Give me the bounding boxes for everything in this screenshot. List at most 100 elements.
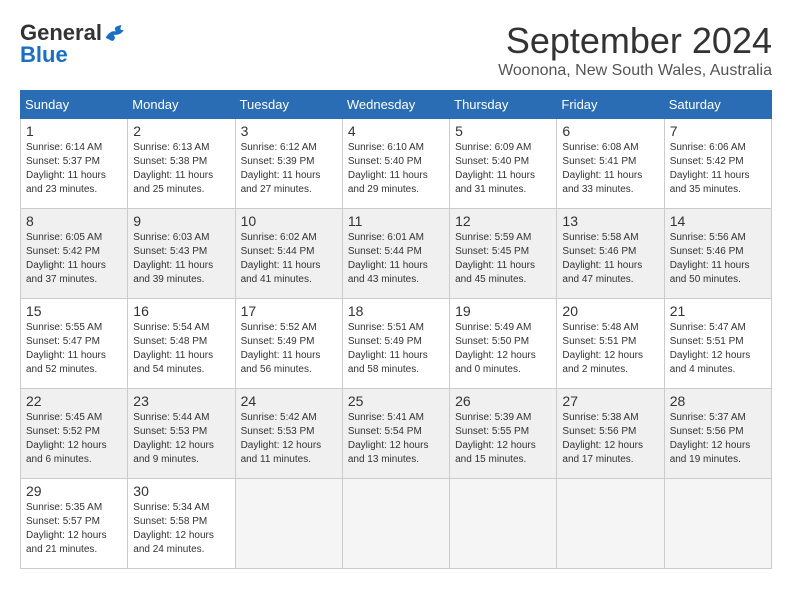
day-number: 25 xyxy=(348,393,444,409)
day-number: 30 xyxy=(133,483,229,499)
day-number: 11 xyxy=(348,213,444,229)
day-info: Sunrise: 5:35 AMSunset: 5:57 PMDaylight:… xyxy=(26,501,122,557)
table-row: 19 Sunrise: 5:49 AMSunset: 5:50 PMDayligh… xyxy=(450,299,557,389)
day-info: Sunrise: 5:44 AMSunset: 5:53 PMDaylight:… xyxy=(133,411,229,467)
day-info: Sunrise: 5:47 AMSunset: 5:51 PMDaylight:… xyxy=(670,321,766,377)
day-info: Sunrise: 5:41 AMSunset: 5:54 PMDaylight:… xyxy=(348,411,444,467)
day-number: 23 xyxy=(133,393,229,409)
page-header: General Blue September 2024 Woonona, New… xyxy=(20,20,772,80)
day-info: Sunrise: 5:56 AMSunset: 5:46 PMDaylight:… xyxy=(670,231,766,287)
table-row: 8 Sunrise: 6:05 AMSunset: 5:42 PMDaylight… xyxy=(21,209,128,299)
table-row: 7 Sunrise: 6:06 AMSunset: 5:42 PMDaylight… xyxy=(664,119,771,209)
table-row: 2 Sunrise: 6:13 AMSunset: 5:38 PMDaylight… xyxy=(128,119,235,209)
table-row: 26 Sunrise: 5:39 AMSunset: 5:55 PMDayligh… xyxy=(450,389,557,479)
day-number: 8 xyxy=(26,213,122,229)
calendar-week-row: 15 Sunrise: 5:55 AMSunset: 5:47 PMDayligh… xyxy=(21,299,772,389)
day-number: 18 xyxy=(348,303,444,319)
calendar-table: Sunday Monday Tuesday Wednesday Thursday… xyxy=(20,90,772,569)
table-row: 6 Sunrise: 6:08 AMSunset: 5:41 PMDaylight… xyxy=(557,119,664,209)
day-info: Sunrise: 5:59 AMSunset: 5:45 PMDaylight:… xyxy=(455,231,551,287)
day-info: Sunrise: 6:01 AMSunset: 5:44 PMDaylight:… xyxy=(348,231,444,287)
day-info: Sunrise: 5:54 AMSunset: 5:48 PMDaylight:… xyxy=(133,321,229,377)
day-number: 7 xyxy=(670,123,766,139)
day-info: Sunrise: 6:13 AMSunset: 5:38 PMDaylight:… xyxy=(133,141,229,197)
table-row: 1 Sunrise: 6:14 AMSunset: 5:37 PMDaylight… xyxy=(21,119,128,209)
table-row xyxy=(450,479,557,569)
day-info: Sunrise: 6:02 AMSunset: 5:44 PMDaylight:… xyxy=(241,231,337,287)
day-number: 9 xyxy=(133,213,229,229)
day-number: 2 xyxy=(133,123,229,139)
table-row: 10Sunrise: 6:02 AMSunset: 5:44 PMDayligh… xyxy=(235,209,342,299)
day-info: Sunrise: 6:03 AMSunset: 5:43 PMDaylight:… xyxy=(133,231,229,287)
day-info: Sunrise: 5:42 AMSunset: 5:53 PMDaylight:… xyxy=(241,411,337,467)
day-info: Sunrise: 6:14 AMSunset: 5:37 PMDaylight:… xyxy=(26,141,122,197)
logo: General Blue xyxy=(20,20,128,68)
table-row: 20 Sunrise: 5:48 AMSunset: 5:51 PMDayligh… xyxy=(557,299,664,389)
table-row: 15 Sunrise: 5:55 AMSunset: 5:47 PMDayligh… xyxy=(21,299,128,389)
day-number: 1 xyxy=(26,123,122,139)
day-number: 15 xyxy=(26,303,122,319)
table-row: 27Sunrise: 5:38 AMSunset: 5:56 PMDayligh… xyxy=(557,389,664,479)
day-number: 28 xyxy=(670,393,766,409)
col-monday: Monday xyxy=(128,91,235,119)
day-info: Sunrise: 5:48 AMSunset: 5:51 PMDaylight:… xyxy=(562,321,658,377)
table-row xyxy=(342,479,449,569)
table-row xyxy=(664,479,771,569)
location-text: Woonona, New South Wales, Australia xyxy=(498,62,772,80)
col-wednesday: Wednesday xyxy=(342,91,449,119)
table-row: 21 Sunrise: 5:47 AMSunset: 5:51 PMDayligh… xyxy=(664,299,771,389)
day-number: 4 xyxy=(348,123,444,139)
day-number: 20 xyxy=(562,303,658,319)
day-number: 26 xyxy=(455,393,551,409)
table-row: 4 Sunrise: 6:10 AMSunset: 5:40 PMDaylight… xyxy=(342,119,449,209)
day-number: 6 xyxy=(562,123,658,139)
day-info: Sunrise: 5:55 AMSunset: 5:47 PMDaylight:… xyxy=(26,321,122,377)
calendar-week-row: 29 Sunrise: 5:35 AMSunset: 5:57 PMDayligh… xyxy=(21,479,772,569)
table-row: 5Sunrise: 6:09 AMSunset: 5:40 PMDaylight… xyxy=(450,119,557,209)
table-row: 22Sunrise: 5:45 AMSunset: 5:52 PMDayligh… xyxy=(21,389,128,479)
day-info: Sunrise: 5:52 AMSunset: 5:49 PMDaylight:… xyxy=(241,321,337,377)
table-row: 17 Sunrise: 5:52 AMSunset: 5:49 PMDayligh… xyxy=(235,299,342,389)
day-info: Sunrise: 5:49 AMSunset: 5:50 PMDaylight:… xyxy=(455,321,551,377)
col-friday: Friday xyxy=(557,91,664,119)
day-info: Sunrise: 6:10 AMSunset: 5:40 PMDaylight:… xyxy=(348,141,444,197)
table-row: 25 Sunrise: 5:41 AMSunset: 5:54 PMDayligh… xyxy=(342,389,449,479)
day-info: Sunrise: 5:34 AMSunset: 5:58 PMDaylight:… xyxy=(133,501,229,557)
day-info: Sunrise: 6:06 AMSunset: 5:42 PMDaylight:… xyxy=(670,141,766,197)
day-number: 22 xyxy=(26,393,122,409)
day-info: Sunrise: 5:37 AMSunset: 5:56 PMDaylight:… xyxy=(670,411,766,467)
table-row xyxy=(557,479,664,569)
col-tuesday: Tuesday xyxy=(235,91,342,119)
day-number: 5 xyxy=(455,123,551,139)
logo-blue-text: Blue xyxy=(20,42,68,68)
day-info: Sunrise: 5:58 AMSunset: 5:46 PMDaylight:… xyxy=(562,231,658,287)
day-info: Sunrise: 6:08 AMSunset: 5:41 PMDaylight:… xyxy=(562,141,658,197)
col-sunday: Sunday xyxy=(21,91,128,119)
table-row xyxy=(235,479,342,569)
table-row: 28 Sunrise: 5:37 AMSunset: 5:56 PMDayligh… xyxy=(664,389,771,479)
day-number: 29 xyxy=(26,483,122,499)
day-info: Sunrise: 5:38 AMSunset: 5:56 PMDaylight:… xyxy=(562,411,658,467)
logo-bird-icon xyxy=(104,23,128,43)
day-number: 17 xyxy=(241,303,337,319)
day-number: 14 xyxy=(670,213,766,229)
day-number: 21 xyxy=(670,303,766,319)
day-number: 3 xyxy=(241,123,337,139)
calendar-week-row: 8 Sunrise: 6:05 AMSunset: 5:42 PMDaylight… xyxy=(21,209,772,299)
day-number: 16 xyxy=(133,303,229,319)
title-section: September 2024 Woonona, New South Wales,… xyxy=(498,20,772,80)
day-number: 19 xyxy=(455,303,551,319)
table-row: 30 Sunrise: 5:34 AMSunset: 5:58 PMDayligh… xyxy=(128,479,235,569)
day-info: Sunrise: 6:05 AMSunset: 5:42 PMDaylight:… xyxy=(26,231,122,287)
table-row: 11 Sunrise: 6:01 AMSunset: 5:44 PMDayligh… xyxy=(342,209,449,299)
day-number: 24 xyxy=(241,393,337,409)
day-info: Sunrise: 5:39 AMSunset: 5:55 PMDaylight:… xyxy=(455,411,551,467)
col-saturday: Saturday xyxy=(664,91,771,119)
table-row: 23 Sunrise: 5:44 AMSunset: 5:53 PMDayligh… xyxy=(128,389,235,479)
table-row: 12Sunrise: 5:59 AMSunset: 5:45 PMDayligh… xyxy=(450,209,557,299)
day-number: 13 xyxy=(562,213,658,229)
month-title: September 2024 xyxy=(498,20,772,62)
calendar-week-row: 22Sunrise: 5:45 AMSunset: 5:52 PMDayligh… xyxy=(21,389,772,479)
calendar-header-row: Sunday Monday Tuesday Wednesday Thursday… xyxy=(21,91,772,119)
table-row: 14 Sunrise: 5:56 AMSunset: 5:46 PMDayligh… xyxy=(664,209,771,299)
